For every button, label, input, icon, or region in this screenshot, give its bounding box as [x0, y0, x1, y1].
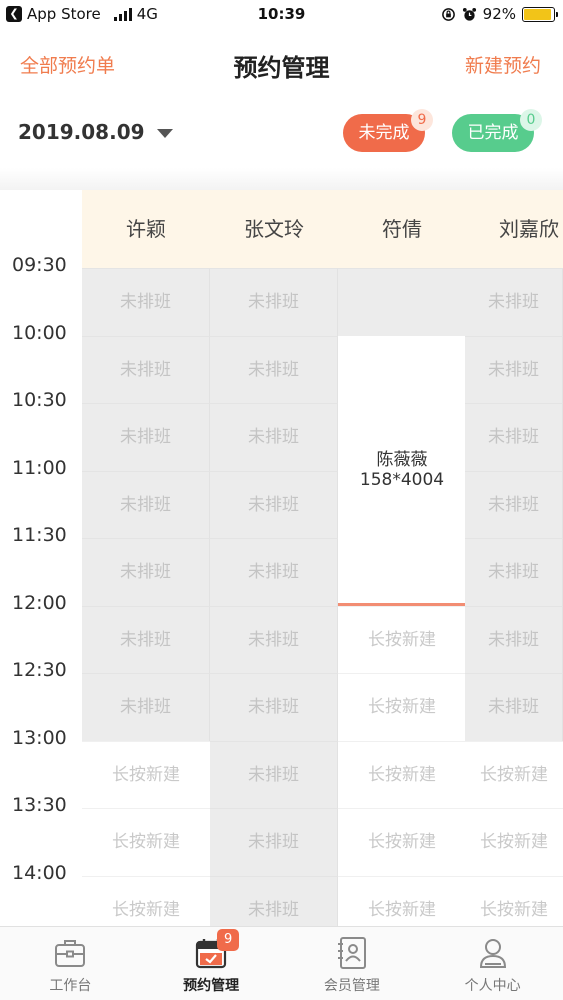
time-slot-label: 13:30 — [12, 794, 67, 816]
caret-down-icon — [156, 128, 173, 138]
schedule-grid[interactable]: 许颖 张文玲 符倩 刘嘉欣 09:30 10:00 10:30 11:00 11:30 12:00… — [0, 190, 563, 926]
tab-label: 预约管理 — [183, 978, 240, 994]
time-slot-label: 09:30 — [12, 254, 67, 276]
new-booking-cell[interactable]: 长按新建 — [338, 673, 466, 741]
staff-column-header[interactable]: 符倩 — [338, 190, 466, 268]
unscheduled-cell: 未排班 — [82, 538, 210, 606]
staff-column-header[interactable]: 许颖 — [82, 190, 210, 268]
time-slot-label: 10:00 — [12, 321, 67, 344]
staff-column-header[interactable]: 刘嘉欣 — [465, 190, 563, 268]
new-booking-cell[interactable]: 长按新建 — [82, 808, 210, 876]
appointments-badge: 9 — [217, 929, 240, 951]
unscheduled-cell: 未排班 — [210, 875, 338, 926]
new-booking-cell[interactable]: 长按新建 — [338, 808, 466, 876]
done-count-badge: 0 — [520, 109, 542, 131]
unscheduled-cell: 未排班 — [465, 538, 563, 606]
unscheduled-cell: 未排班 — [465, 268, 563, 336]
tab-members[interactable]: 会员管理 — [282, 927, 423, 1000]
unscheduled-cell: 未排班 — [82, 605, 210, 673]
battery-percent: 92% — [482, 5, 516, 23]
member-card-icon — [337, 937, 366, 969]
status-right: 92% — [441, 5, 558, 23]
unscheduled-cell: 未排班 — [465, 335, 563, 403]
unscheduled-cell: 未排班 — [210, 268, 338, 336]
time-slot-label: 11:30 — [12, 524, 67, 546]
unscheduled-cell: 未排班 — [210, 470, 338, 538]
new-booking-cell[interactable]: 长按新建 — [465, 808, 563, 876]
filter-row: 2019.08.09 未完成 9 已完成 0 — [0, 108, 563, 160]
unscheduled-cell: 未排班 — [210, 673, 338, 741]
time-slot-label: 10:30 — [12, 389, 67, 411]
unscheduled-cell: 未排班 — [465, 470, 563, 538]
new-booking-cell[interactable]: 长按新建 — [338, 605, 466, 673]
tab-label: 会员管理 — [323, 978, 380, 994]
unscheduled-cell: 未排班 — [465, 605, 563, 673]
user-icon — [479, 939, 506, 968]
divider — [0, 168, 563, 190]
time-slot-label: 14:00 — [12, 861, 67, 884]
pending-filter-button[interactable]: 未完成 9 — [343, 109, 433, 152]
rotation-lock-icon — [441, 7, 455, 21]
done-label: 已完成 — [467, 123, 519, 143]
tab-appointments[interactable]: 9 预约管理 — [141, 927, 282, 1000]
new-booking-cell[interactable]: 长按新建 — [338, 740, 466, 808]
new-booking-cell[interactable]: 长按新建 — [465, 740, 563, 808]
new-appointment-link[interactable]: 新建预约 — [465, 51, 541, 78]
tab-workbench[interactable]: 工作台 — [0, 927, 141, 1000]
battery-icon — [522, 6, 558, 22]
unscheduled-cell: 未排班 — [82, 470, 210, 538]
unscheduled-cell: 未排班 — [210, 808, 338, 876]
status-bar: ❮ App Store 4G 10:39 92% — [0, 0, 563, 30]
battery-fill — [524, 8, 551, 20]
new-booking-cell[interactable]: 长按新建 — [82, 875, 210, 926]
unscheduled-cell: 未排班 — [210, 335, 338, 403]
date-value: 2019.08.09 — [18, 120, 145, 144]
unscheduled-cell: 未排班 — [465, 673, 563, 741]
alarm-icon — [462, 7, 476, 21]
new-booking-cell[interactable]: 长按新建 — [82, 740, 210, 808]
unscheduled-cell: 未排班 — [465, 403, 563, 471]
tab-label: 个人中心 — [464, 978, 521, 994]
pending-label: 未完成 — [358, 123, 410, 143]
appointment-customer-name: 陈薇薇 — [376, 449, 428, 470]
tab-label: 工作台 — [49, 978, 92, 994]
briefcase-icon — [55, 940, 86, 967]
unscheduled-cell: 未排班 — [210, 605, 338, 673]
date-picker[interactable]: 2019.08.09 — [18, 120, 173, 144]
tab-profile[interactable]: 个人中心 — [422, 927, 563, 1000]
time-slot-label: 13:00 — [12, 726, 67, 749]
time-slot-label: 11:00 — [12, 456, 67, 479]
time-slot-label: 12:30 — [12, 659, 67, 681]
appointment-block[interactable]: 陈薇薇 158*4004 — [338, 335, 466, 606]
time-slot-label: 12:00 — [12, 591, 67, 614]
unscheduled-cell: 未排班 — [82, 335, 210, 403]
nav-bar: 全部预约单 预约管理 新建预约 — [0, 38, 563, 88]
unscheduled-cell: 未排班 — [210, 740, 338, 808]
blank-cell — [338, 268, 466, 336]
unscheduled-cell: 未排班 — [210, 403, 338, 471]
staff-column-header[interactable]: 张文玲 — [210, 190, 338, 268]
tab-bar: 工作台 9 预约管理 会员管理 个人中心 — [0, 926, 563, 1000]
unscheduled-cell: 未排班 — [82, 268, 210, 336]
new-booking-cell[interactable]: 长按新建 — [338, 875, 466, 926]
unscheduled-cell: 未排班 — [82, 403, 210, 471]
appointment-customer-phone: 158*4004 — [359, 469, 445, 490]
new-booking-cell[interactable]: 长按新建 — [465, 875, 563, 926]
unscheduled-cell: 未排班 — [82, 673, 210, 741]
pending-count-badge: 9 — [411, 109, 433, 131]
done-filter-button[interactable]: 已完成 0 — [452, 109, 542, 152]
unscheduled-cell: 未排班 — [210, 538, 338, 606]
